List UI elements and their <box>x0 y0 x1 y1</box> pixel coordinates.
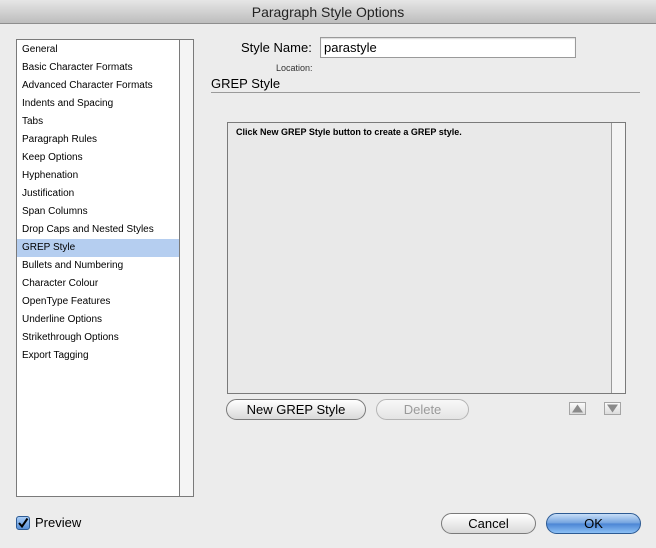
preview-label: Preview <box>35 515 82 530</box>
cancel-button[interactable]: Cancel <box>441 513 536 534</box>
sidebar-item[interactable]: Character Colour <box>17 275 180 293</box>
new-grep-style-button[interactable]: New GREP Style <box>226 399 366 420</box>
section-divider <box>211 92 640 93</box>
sidebar-item[interactable]: Strikethrough Options <box>17 329 180 347</box>
sidebar-item[interactable]: Advanced Character Formats <box>17 77 180 95</box>
style-name-label: Style Name: <box>241 40 312 55</box>
sidebar-item[interactable]: Export Tagging <box>17 347 180 365</box>
sidebar-item[interactable]: Indents and Spacing <box>17 95 180 113</box>
move-down-button[interactable] <box>604 402 621 415</box>
grep-list-scrollbar[interactable] <box>611 123 625 393</box>
sidebar-item[interactable]: Bullets and Numbering <box>17 257 180 275</box>
triangle-down-icon <box>607 404 618 413</box>
sidebar-item[interactable]: GREP Style <box>17 239 180 257</box>
sidebar-item[interactable]: OpenType Features <box>17 293 180 311</box>
move-up-button[interactable] <box>569 402 586 415</box>
style-name-field[interactable]: parastyle <box>320 37 576 58</box>
sidebar-item[interactable]: Basic Character Formats <box>17 59 180 77</box>
sidebar-item[interactable]: Span Columns <box>17 203 180 221</box>
location-label: Location: <box>276 63 313 73</box>
sidebar-item[interactable]: Drop Caps and Nested Styles <box>17 221 180 239</box>
category-list-scrollbar[interactable] <box>179 40 193 496</box>
sidebar-item[interactable]: General <box>17 41 180 59</box>
preview-checkbox[interactable] <box>16 516 30 530</box>
sidebar-item[interactable]: Hyphenation <box>17 167 180 185</box>
sidebar-item[interactable]: Keep Options <box>17 149 180 167</box>
sidebar-item[interactable]: Justification <box>17 185 180 203</box>
section-title: GREP Style <box>211 76 281 91</box>
grep-style-list[interactable]: Click New GREP Style button to create a … <box>227 122 626 394</box>
window-title: Paragraph Style Options <box>0 0 656 24</box>
triangle-up-icon <box>572 404 583 413</box>
category-list: General Basic Character Formats Advanced C… <box>16 39 194 497</box>
delete-button[interactable]: Delete <box>376 399 469 420</box>
sidebar-item[interactable]: Tabs <box>17 113 180 131</box>
sidebar-item[interactable]: Paragraph Rules <box>17 131 180 149</box>
sidebar-item[interactable]: Underline Options <box>17 311 180 329</box>
category-list-items: General Basic Character Formats Advanced C… <box>17 40 180 496</box>
ok-button[interactable]: OK <box>546 513 641 534</box>
checkmark-icon <box>18 517 29 529</box>
grep-empty-message: Click New GREP Style button to create a … <box>236 127 462 137</box>
